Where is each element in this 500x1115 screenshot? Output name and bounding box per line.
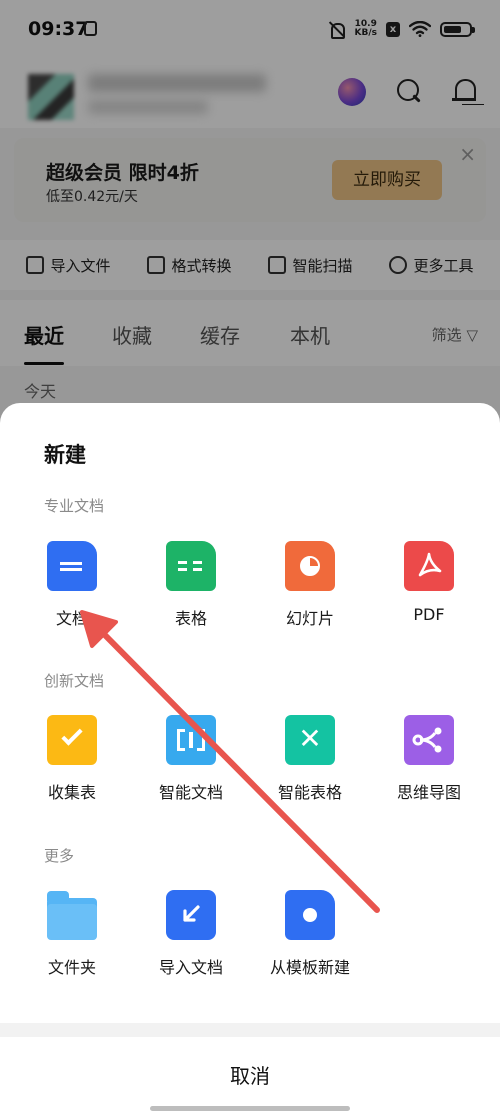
new-folder-button[interactable]: 文件夹 (12, 890, 132, 978)
import-document-button[interactable]: 导入文档 (131, 890, 251, 978)
pdf-icon (404, 541, 454, 591)
smart-sheet-icon: ✕ (285, 715, 335, 765)
new-document-button[interactable]: 文档 (12, 541, 132, 629)
new-spreadsheet-button[interactable]: 表格 (131, 541, 251, 629)
template-icon (285, 890, 343, 940)
new-presentation-button[interactable]: 幻灯片 (250, 541, 370, 629)
item-label: 智能表格 (277, 783, 342, 802)
new-document-sheet: 新建 专业文档 文档 表格 幻灯片 PDF 创新文档 收集表 智能文档 ✕ 智能… (0, 403, 500, 1115)
form-icon (47, 715, 103, 765)
new-smart-document-button[interactable]: 智能文档 (131, 715, 251, 803)
sheet-divider (0, 1023, 500, 1037)
new-pdf-button[interactable]: PDF (369, 541, 489, 624)
section-more-label: 更多 (44, 847, 75, 865)
item-label: 从模板新建 (269, 958, 350, 977)
new-form-button[interactable]: 收集表 (12, 715, 132, 803)
folder-icon (47, 891, 97, 940)
item-label: 表格 (174, 609, 207, 628)
mind-map-icon (404, 715, 454, 765)
item-label: 智能文档 (158, 783, 223, 802)
sheet-title: 新建 (44, 443, 86, 467)
new-mind-map-button[interactable]: 思维导图 (369, 715, 489, 803)
cancel-button[interactable]: 取消 (0, 1037, 500, 1115)
smart-document-icon (166, 715, 216, 765)
item-label: 收集表 (47, 783, 96, 802)
section-innovative-label: 创新文档 (44, 672, 105, 690)
item-label: PDF (413, 605, 445, 624)
item-label: 文件夹 (47, 958, 96, 977)
presentation-icon (285, 541, 335, 591)
item-label: 导入文档 (158, 958, 223, 977)
spreadsheet-icon (166, 541, 216, 591)
import-document-icon (166, 890, 216, 940)
item-label: 思维导图 (396, 783, 461, 802)
new-smart-sheet-button[interactable]: ✕ 智能表格 (250, 715, 370, 803)
document-icon (47, 541, 103, 591)
item-label: 文档 (55, 609, 88, 628)
section-professional-label: 专业文档 (44, 497, 105, 515)
home-indicator (150, 1106, 350, 1111)
item-label: 幻灯片 (285, 609, 334, 628)
new-from-template-button[interactable]: 从模板新建 (250, 890, 370, 978)
